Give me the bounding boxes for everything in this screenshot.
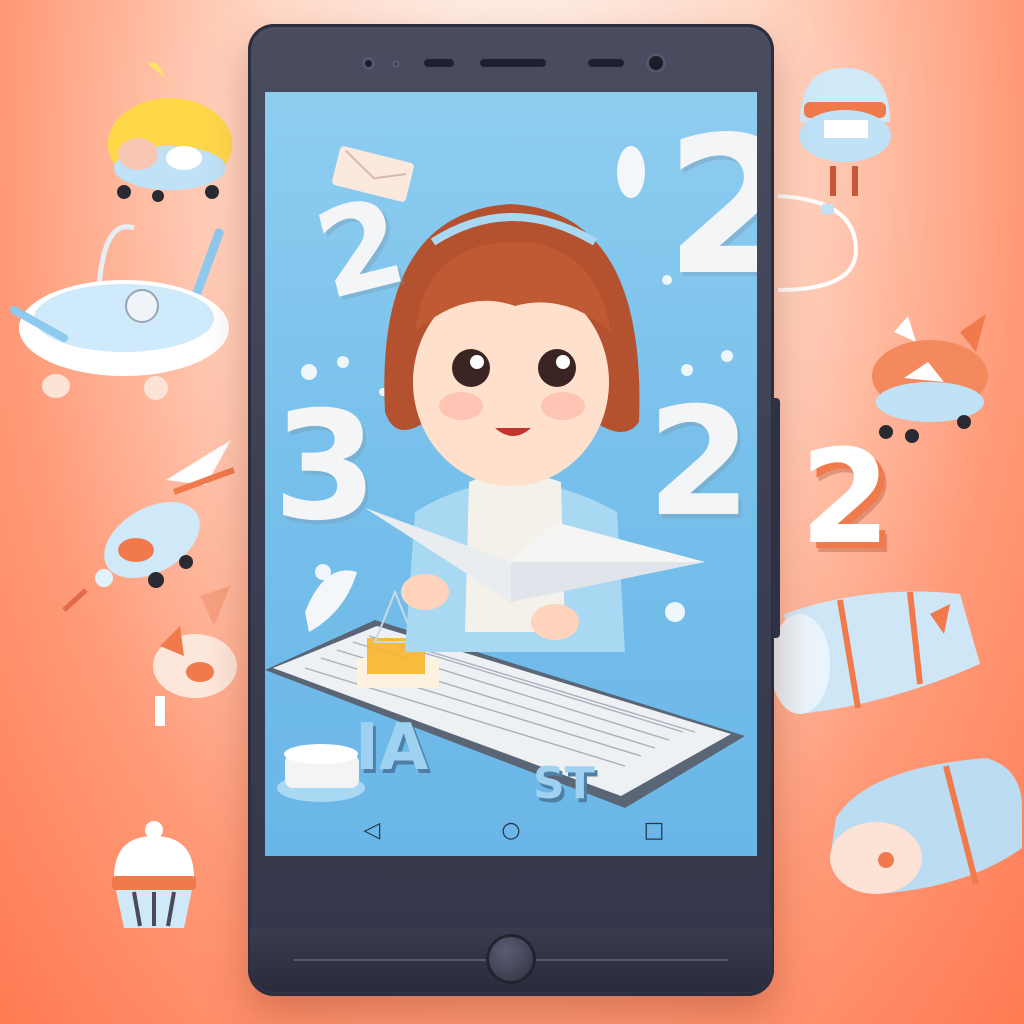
recents-icon[interactable]: □ xyxy=(639,816,669,846)
toy-blue-cylinder xyxy=(770,591,980,714)
outside-number-two: 2 xyxy=(800,421,891,573)
home-icon[interactable]: ○ xyxy=(496,816,526,846)
speaker-icon xyxy=(424,59,454,67)
scene: 2 2 3 2 2 IA ST ◁ ○ □ xyxy=(0,0,1024,1024)
toy-blue-roll xyxy=(830,758,1022,894)
speaker-grille-right xyxy=(588,59,624,67)
toy-bell-pod xyxy=(112,821,196,928)
screen-number-2-right: 2 xyxy=(647,376,752,550)
toy-yellow-car xyxy=(108,62,232,202)
toy-fox-figure xyxy=(153,586,237,726)
toy-cable xyxy=(777,194,859,292)
sensor-dot xyxy=(392,60,400,68)
toy-white-boat xyxy=(10,224,229,400)
phone-side-button[interactable] xyxy=(772,398,780,638)
earpiece-grille xyxy=(480,59,546,67)
bowl-icon xyxy=(277,744,365,802)
screen-number-3: 3 xyxy=(273,380,378,554)
back-icon[interactable]: ◁ xyxy=(357,816,387,846)
hardware-home-button[interactable] xyxy=(486,934,536,984)
screen-letters-ia: IA xyxy=(355,711,429,785)
front-camera xyxy=(646,53,666,73)
camera-icon xyxy=(362,57,375,70)
screen-letters-st: ST xyxy=(533,758,595,809)
screen-number-2-top: 2 xyxy=(665,96,757,317)
phone-screen[interactable]: 2 3 2 2 IA ST ◁ ○ □ xyxy=(265,92,757,856)
